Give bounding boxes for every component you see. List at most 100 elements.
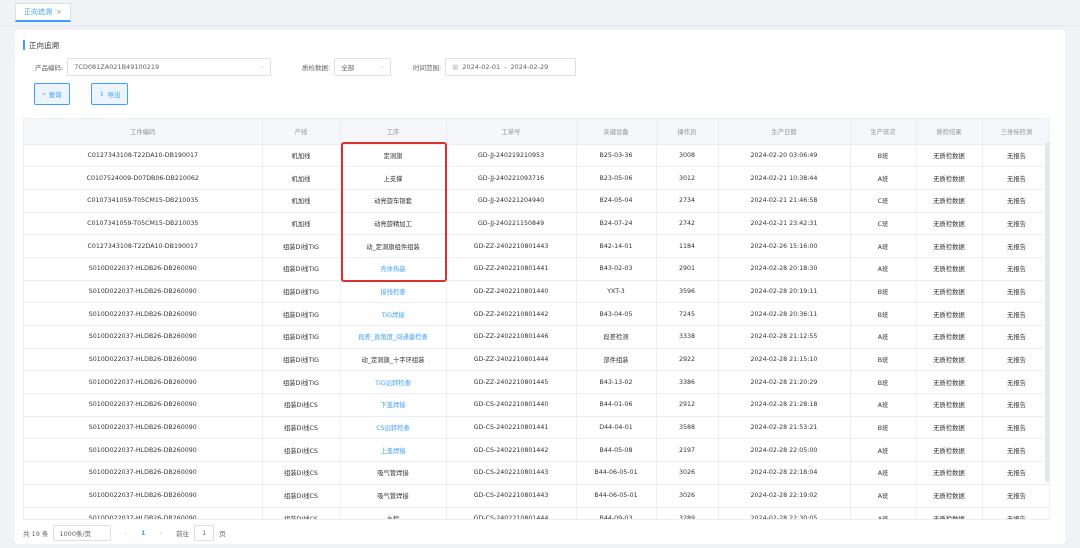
date-range-picker[interactable]: ▦ 2024-02-01 - 2024-02-29 xyxy=(445,58,577,76)
cell-order-no: GD-ZZ-2402210801443 xyxy=(446,234,577,258)
cell-production-date: 2024-02-28 21:20:29 xyxy=(718,370,851,395)
table-header-row: 工件编码 产线 工序 工单号 关键设备 操作员 生产日期 生产班次 质检结果 三… xyxy=(24,119,1049,145)
table-row[interactable]: S010D022037-HLDB26-DB260090 组装Di线TIG 接线检查 G… xyxy=(24,280,1049,304)
goto-label: 前往 xyxy=(176,530,190,538)
cell-cmm: 无报告 xyxy=(982,393,1049,417)
cell-process[interactable]: 接线检查 xyxy=(340,280,447,304)
cell-operator: 1184 xyxy=(656,234,719,258)
cell-production-date: 2024-02-28 21:15:10 xyxy=(718,348,851,372)
cell-cmm: 无报告 xyxy=(982,212,1049,236)
table-row[interactable]: S010D022037-HLDB26-DB260090 组装Di线TIG TIG远转… xyxy=(24,370,1049,395)
cell-process[interactable]: 段差_直角度_间通量检查 xyxy=(340,325,447,349)
col-header-shift[interactable]: 生产班次 xyxy=(850,119,917,145)
table-row[interactable]: S010D022037-HLDB26-DB260090 组装Di线CS 水检 GD-C… xyxy=(24,507,1049,519)
cell-key-equipment: B44-01-06 xyxy=(576,393,657,417)
page-number[interactable]: 1 xyxy=(141,529,146,537)
cell-cmm: 无报告 xyxy=(982,325,1049,349)
cell-part-code: S010D022037-HLDB26-DB260090 xyxy=(24,484,263,508)
cell-operator: 3008 xyxy=(656,144,719,168)
table-row[interactable]: S010D022037-HLDB26-DB260090 组装Di线TIG 壳体热装 G… xyxy=(24,257,1049,281)
qc-data-select[interactable]: 全部 ⌄ xyxy=(334,58,392,76)
cell-order-no: GD-ZZ-2402210801440 xyxy=(446,280,577,304)
cell-operator: 2922 xyxy=(656,348,719,372)
col-header-line[interactable]: 产线 xyxy=(262,119,341,145)
cell-order-no: GD-JJ-240221204940 xyxy=(446,189,577,213)
cell-qc-result: 无质检数据 xyxy=(916,348,983,372)
tab-label: 正向追溯 xyxy=(24,8,52,16)
product-code-select[interactable]: 7CD081ZA021B49100219 ⌄ xyxy=(67,58,272,76)
cell-part-code: S010D022037-HLDB26-DB260090 xyxy=(24,393,263,417)
table-row[interactable]: S010D022037-HLDB26-DB260090 组装Di线TIG 动_定洞旗… xyxy=(24,348,1049,372)
col-header-cmm[interactable]: 三坐标检测 xyxy=(982,119,1049,145)
cell-cmm: 无报告 xyxy=(982,484,1049,508)
cell-operator: 3338 xyxy=(656,325,719,349)
cell-key-equipment: B25-03-36 xyxy=(576,144,657,168)
col-header-operator[interactable]: 操作员 xyxy=(656,119,719,145)
table-row[interactable]: S010D022037-HLDB26-DB260090 组装Di线CS CS远转检查… xyxy=(24,416,1049,440)
cell-process: 水检 xyxy=(340,507,447,519)
cell-qc-result: 无质检数据 xyxy=(916,507,983,519)
table-row[interactable]: S010D022037-HLDB26-DB260090 组装Di线CS 吸气管焊接 G… xyxy=(24,484,1049,508)
close-icon[interactable]: × xyxy=(56,8,62,16)
table-row[interactable]: S010D022037-HLDB26-DB260090 组装Di线CS 吸气管焊接 G… xyxy=(24,461,1049,485)
cell-qc-result: 无质检数据 xyxy=(916,212,983,236)
cell-process: 动亮旋车铜套 xyxy=(340,189,447,213)
goto-page-input[interactable]: 1 xyxy=(194,525,215,541)
vertical-scrollbar[interactable] xyxy=(1045,142,1050,482)
cell-process[interactable]: 壳体热装 xyxy=(340,257,447,281)
cell-order-no: GD-ZZ-2402210801445 xyxy=(446,370,577,395)
page-size-select[interactable]: 1000条/页 xyxy=(53,525,112,541)
col-header-qc-result[interactable]: 质检结果 xyxy=(916,119,983,145)
cell-production-date: 2024-02-28 21:53:21 xyxy=(718,416,851,440)
table-row[interactable]: S010D022037-HLDB26-DB260090 组装Di线CS 上盖焊接 GD… xyxy=(24,438,1049,463)
table-row[interactable]: C0107341059-T05CM15-DB210035 机加线 动亮旋车铜套 GD-… xyxy=(24,189,1049,213)
cell-operator: 2734 xyxy=(656,189,719,213)
col-header-process[interactable]: 工序 xyxy=(340,119,447,145)
prev-page-icon[interactable]: ‹ xyxy=(124,529,127,537)
table-row[interactable]: C0127343108-T22DA10-DB190017 机加线 定洞旗 GD-JJ-… xyxy=(24,144,1049,168)
cell-production-date: 2024-02-28 22:19:02 xyxy=(718,484,851,508)
cell-cmm: 无报告 xyxy=(982,144,1049,168)
cell-cmm: 无报告 xyxy=(982,507,1049,519)
table-row[interactable]: C0107524009-D07DB06-DB210062 机加线 上支撑 GD-JJ-… xyxy=(24,166,1049,190)
col-header-part-code[interactable]: 工件编码 xyxy=(24,119,263,145)
cell-operator: 2901 xyxy=(656,257,719,281)
table-row[interactable]: S010D022037-HLDB26-DB260090 组装Di线CS 下盖焊接 GD… xyxy=(24,393,1049,417)
cell-production-date: 2024-02-28 20:36:11 xyxy=(718,302,851,326)
export-icon: ⇪ xyxy=(99,90,105,98)
next-page-icon[interactable]: › xyxy=(160,529,163,537)
cell-part-code: S010D022037-HLDB26-DB260090 xyxy=(24,325,263,349)
col-header-order-no[interactable]: 工单号 xyxy=(446,119,577,145)
cell-part-code: C0107341059-T05CM15-DB210035 xyxy=(24,189,263,213)
cell-part-code: S010D022037-HLDB26-DB260090 xyxy=(24,348,263,372)
col-header-key-equipment[interactable]: 关键设备 xyxy=(576,119,657,145)
cell-shift: C班 xyxy=(850,189,917,213)
table-row[interactable]: C0127343108-T22DA10-DB190017 组装Di线TIG 动_定洞… xyxy=(24,234,1049,258)
cell-process: 定洞旗 xyxy=(340,144,447,168)
total-count: 共 19 条 xyxy=(23,530,49,538)
cell-cmm: 无报告 xyxy=(982,166,1049,190)
table-row[interactable]: C0107341059-T05CM15-DB210035 机加线 动亮旋精加工 GD-… xyxy=(24,212,1049,236)
table-row[interactable]: S010D022037-HLDB26-DB260090 组装Di线TIG TIG焊接… xyxy=(24,302,1049,326)
cell-part-code: C0107524009-D07DB06-DB210062 xyxy=(24,166,263,190)
cell-shift: A班 xyxy=(850,438,917,463)
cell-line: 组装Di线TIG xyxy=(262,325,341,349)
col-header-production-date[interactable]: 生产日期 xyxy=(718,119,851,145)
cell-process[interactable]: 上盖焊接 xyxy=(340,438,447,463)
table-row[interactable]: S010D022037-HLDB26-DB260090 组装Di线TIG 段差_直角… xyxy=(24,325,1049,349)
cell-process[interactable]: TIG焊接 xyxy=(340,302,447,326)
cell-line: 组装Di线CS xyxy=(262,393,341,417)
cell-cmm: 无报告 xyxy=(982,280,1049,304)
cell-production-date: 2024-02-28 20:18:30 xyxy=(718,257,851,281)
cell-production-date: 2024-02-20 03:06:49 xyxy=(718,144,851,168)
cell-process[interactable]: TIG远转检查 xyxy=(340,370,447,395)
export-button[interactable]: ⇪ 导出 xyxy=(91,83,129,105)
cell-process[interactable]: CS远转检查 xyxy=(340,416,447,440)
tab-forward-trace[interactable]: 正向追溯 × xyxy=(15,3,71,22)
cell-process: 动亮旋精加工 xyxy=(340,212,447,236)
cell-process[interactable]: 下盖焊接 xyxy=(340,393,447,417)
search-button[interactable]: ⌕ 查询 xyxy=(34,83,70,105)
cell-order-no: GD-CS-2402210801442 xyxy=(446,438,577,463)
cell-order-no: GD-ZZ-2402210801441 xyxy=(446,257,577,281)
cell-line: 组装Di线TIG xyxy=(262,280,341,304)
